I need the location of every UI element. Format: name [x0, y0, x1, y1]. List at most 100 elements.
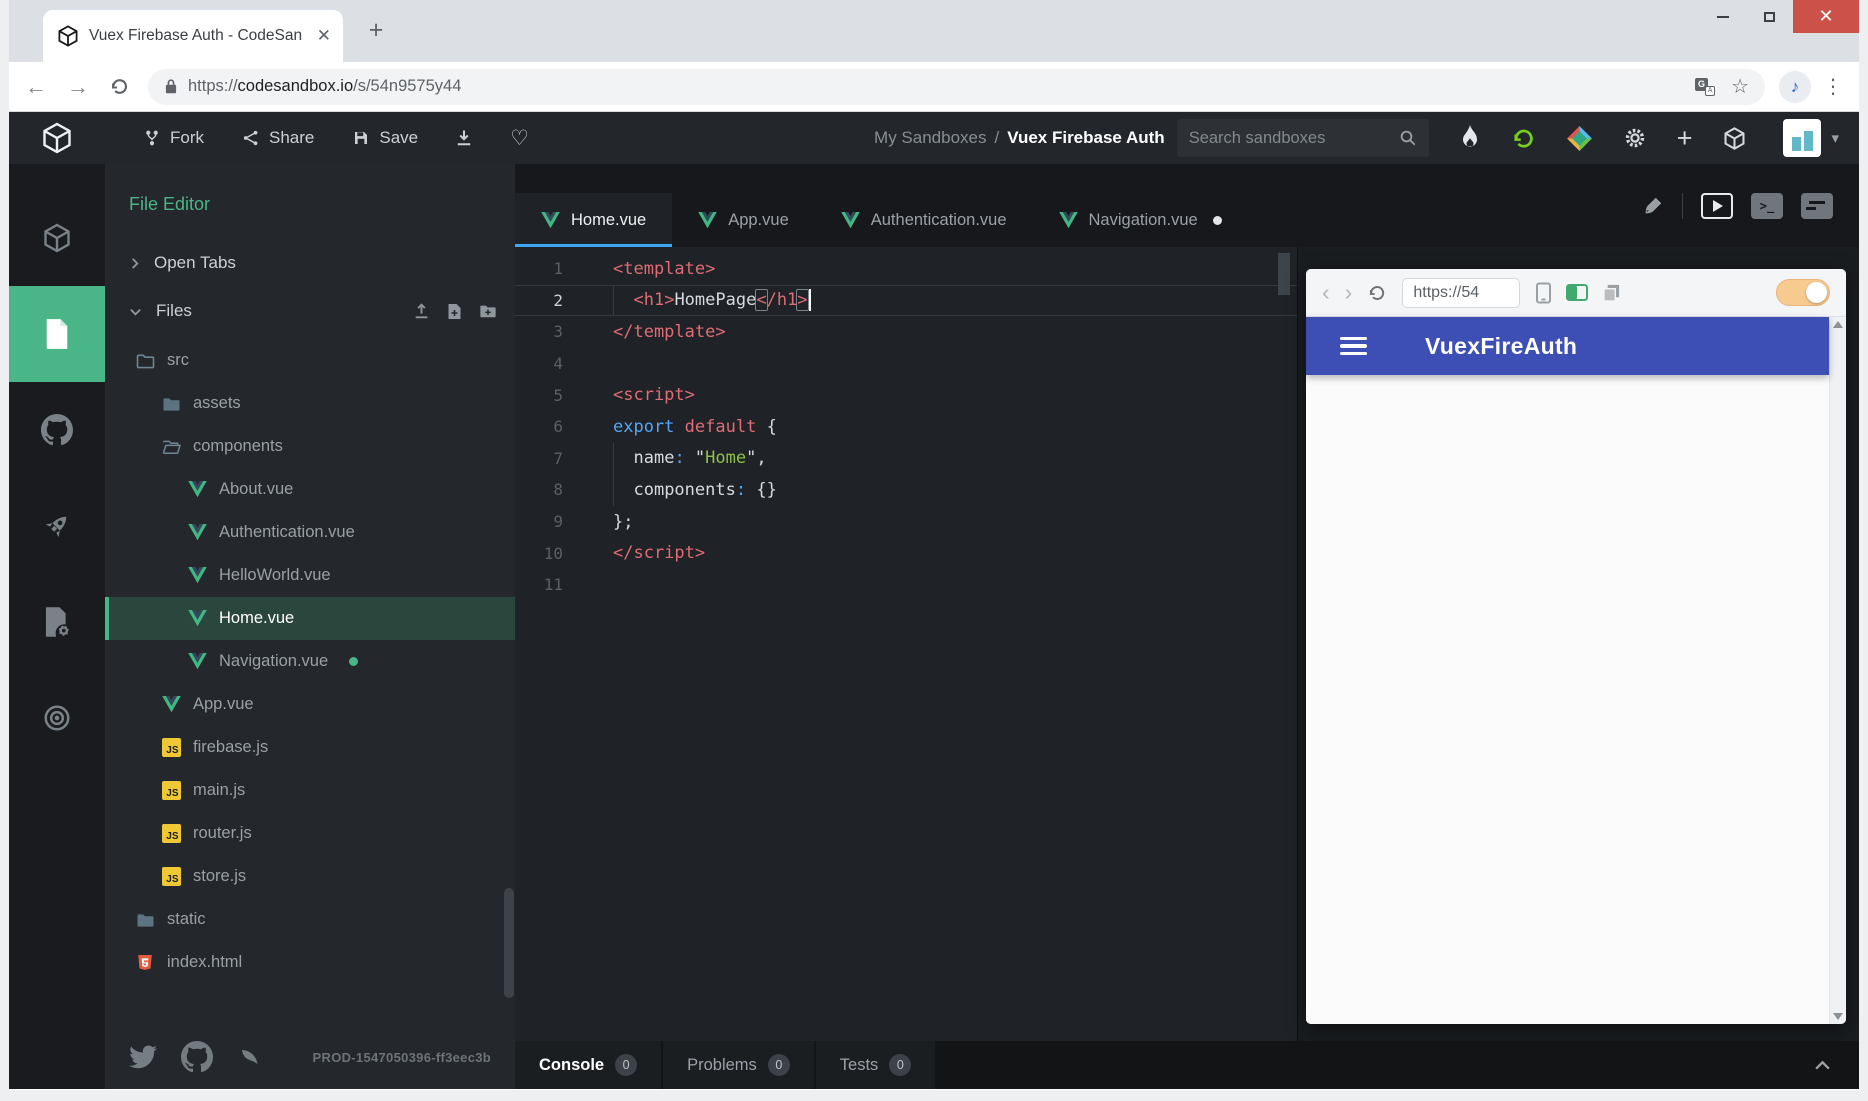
editor-tab[interactable]: Navigation.vue [1033, 193, 1248, 247]
open-tabs-section[interactable]: Open Tabs [105, 239, 515, 287]
file-tree-item[interactable]: Home.vue [105, 597, 515, 640]
code-line[interactable]: 1 <template> [515, 253, 1297, 285]
breadcrumb-group[interactable]: My Sandboxes [874, 128, 986, 148]
files-section[interactable]: Files [105, 287, 515, 335]
file-tree-item[interactable]: src [105, 339, 515, 382]
live-icon[interactable] [9, 670, 105, 766]
prettier-brush-icon[interactable] [1642, 195, 1664, 217]
twitter-icon[interactable] [129, 1045, 157, 1069]
extension-music-icon[interactable]: ♪ [1779, 70, 1811, 103]
editor-tab[interactable]: Home.vue [515, 193, 673, 247]
scroll-down-icon[interactable] [1833, 1013, 1843, 1020]
plus-icon[interactable]: + [1677, 124, 1693, 152]
preview-forward-icon[interactable]: › [1345, 281, 1353, 304]
back-icon[interactable]: ← [25, 74, 47, 100]
forward-icon[interactable]: → [67, 74, 89, 100]
close-button[interactable]: ✕ [1793, 0, 1859, 33]
address-bar[interactable]: https://codesandbox.io/s/54n9575y44 GA ☆ [148, 68, 1765, 105]
preview-refresh-icon[interactable] [1367, 283, 1387, 303]
responsive-green-icon[interactable] [1566, 284, 1589, 301]
file-tree-item[interactable]: About.vue [105, 468, 515, 511]
file-tree-item[interactable]: JS store.js [105, 855, 515, 898]
file-tree-item[interactable]: Navigation.vue [105, 640, 515, 683]
new-tab-button[interactable]: + [361, 16, 391, 45]
code-line[interactable]: 10 </script> [515, 537, 1297, 569]
chevron-down-icon[interactable]: ▾ [1831, 129, 1839, 147]
file-editor-icon[interactable] [9, 286, 105, 382]
browser-menu-icon[interactable]: ⋮ [1823, 74, 1843, 99]
refresh-icon[interactable] [1511, 126, 1536, 151]
layout-icon[interactable] [1801, 192, 1833, 219]
file-tree-item[interactable]: static [105, 898, 515, 941]
file-tree-item[interactable]: HelloWorld.vue [105, 554, 515, 597]
editor-tab[interactable]: Authentication.vue [815, 193, 1033, 247]
sandbox-cube-icon[interactable] [9, 190, 105, 286]
reload-icon[interactable] [109, 76, 130, 97]
fork-button[interactable]: Fork [143, 128, 204, 148]
file-tree-item[interactable]: JS main.js [105, 769, 515, 812]
preview-toggle[interactable] [1776, 279, 1830, 306]
share-button[interactable]: Share [242, 128, 314, 148]
console-tab-problems[interactable]: Problems 0 [663, 1041, 814, 1089]
code-line[interactable]: 7 name: " Home ", [515, 442, 1297, 475]
terminal-icon[interactable]: >_ [1751, 192, 1783, 219]
like-heart-icon[interactable]: ♡ [510, 126, 529, 151]
file-tree-item[interactable]: App.vue [105, 683, 515, 726]
user-avatar[interactable] [1783, 119, 1822, 157]
new-file-icon[interactable] [447, 303, 462, 320]
chevron-up-icon[interactable] [1814, 1060, 1859, 1071]
sidebar-scrollbar[interactable] [504, 888, 514, 998]
app-navbar: VuexFireAuth [1306, 317, 1829, 375]
preview-url-input[interactable]: https://54 [1402, 277, 1521, 308]
bookmark-star-icon[interactable]: ☆ [1731, 74, 1749, 99]
github-icon[interactable] [9, 382, 105, 478]
console-tab-console[interactable]: Console 0 [515, 1041, 662, 1089]
code-line[interactable]: 5 <script> [515, 379, 1297, 411]
preview-back-icon[interactable]: ‹ [1322, 281, 1330, 304]
new-folder-icon[interactable] [479, 303, 497, 319]
github-icon[interactable] [181, 1041, 213, 1073]
editor-tab[interactable]: App.vue [672, 193, 815, 247]
vue-icon [187, 481, 207, 498]
file-tree-item[interactable]: assets [105, 382, 515, 425]
save-button[interactable]: Save [352, 128, 418, 148]
download-icon[interactable] [454, 128, 474, 148]
swoosh-icon[interactable] [237, 1045, 261, 1069]
gem-icon[interactable] [1566, 125, 1593, 152]
browser-tab[interactable]: Vuex Firebase Auth - CodeSan ✕ [43, 10, 343, 62]
file-settings-icon[interactable] [9, 574, 105, 670]
code-line[interactable]: 11 [515, 569, 1297, 601]
code-line[interactable]: 8 components: {} [515, 474, 1297, 506]
browser-preview-icon[interactable] [1701, 192, 1733, 219]
settings-icon[interactable] [1623, 126, 1647, 150]
minimize-button[interactable] [1699, 0, 1746, 33]
code-line[interactable]: 3 </template> [515, 316, 1297, 348]
code-line[interactable]: 9}; [515, 506, 1297, 538]
file-tree-item[interactable]: JS firebase.js [105, 726, 515, 769]
sandbox-icon[interactable] [1722, 126, 1747, 151]
copy-icon[interactable] [1602, 283, 1621, 302]
upload-icon[interactable] [413, 302, 430, 320]
code-line[interactable]: 2 <h1> HomePage </h1 > [515, 284, 1297, 317]
file-tree-item[interactable]: components [105, 425, 515, 468]
hamburger-menu-icon[interactable] [1340, 336, 1367, 356]
search-sandboxes-input[interactable]: Search sandboxes [1176, 119, 1429, 157]
sandbox-title[interactable]: Vuex Firebase Auth [1007, 128, 1164, 148]
editor-scrollbar[interactable] [1271, 247, 1297, 1041]
file-tree-item[interactable]: JS router.js [105, 812, 515, 855]
file-tree-item[interactable]: index.html [105, 941, 515, 984]
preview-scrollbar[interactable] [1829, 317, 1846, 1024]
device-icon[interactable] [1535, 282, 1552, 304]
codesandbox-logo-icon[interactable] [9, 122, 105, 154]
code-editor[interactable]: 1 <template> 2 <h1> HomePage </h1 >3 </templat… [515, 247, 1297, 1041]
tab-close-icon[interactable]: ✕ [317, 26, 331, 46]
translate-icon[interactable]: GA [1695, 77, 1716, 96]
console-tab-tests[interactable]: Tests 0 [815, 1041, 936, 1089]
flame-icon[interactable] [1459, 125, 1481, 151]
file-tree-item[interactable]: Authentication.vue [105, 511, 515, 554]
code-line[interactable]: 6 export default { [515, 411, 1297, 443]
rocket-icon[interactable] [9, 478, 105, 574]
code-line[interactable]: 4 [515, 348, 1297, 380]
maximize-button[interactable] [1746, 0, 1793, 33]
scroll-up-icon[interactable] [1833, 321, 1843, 328]
